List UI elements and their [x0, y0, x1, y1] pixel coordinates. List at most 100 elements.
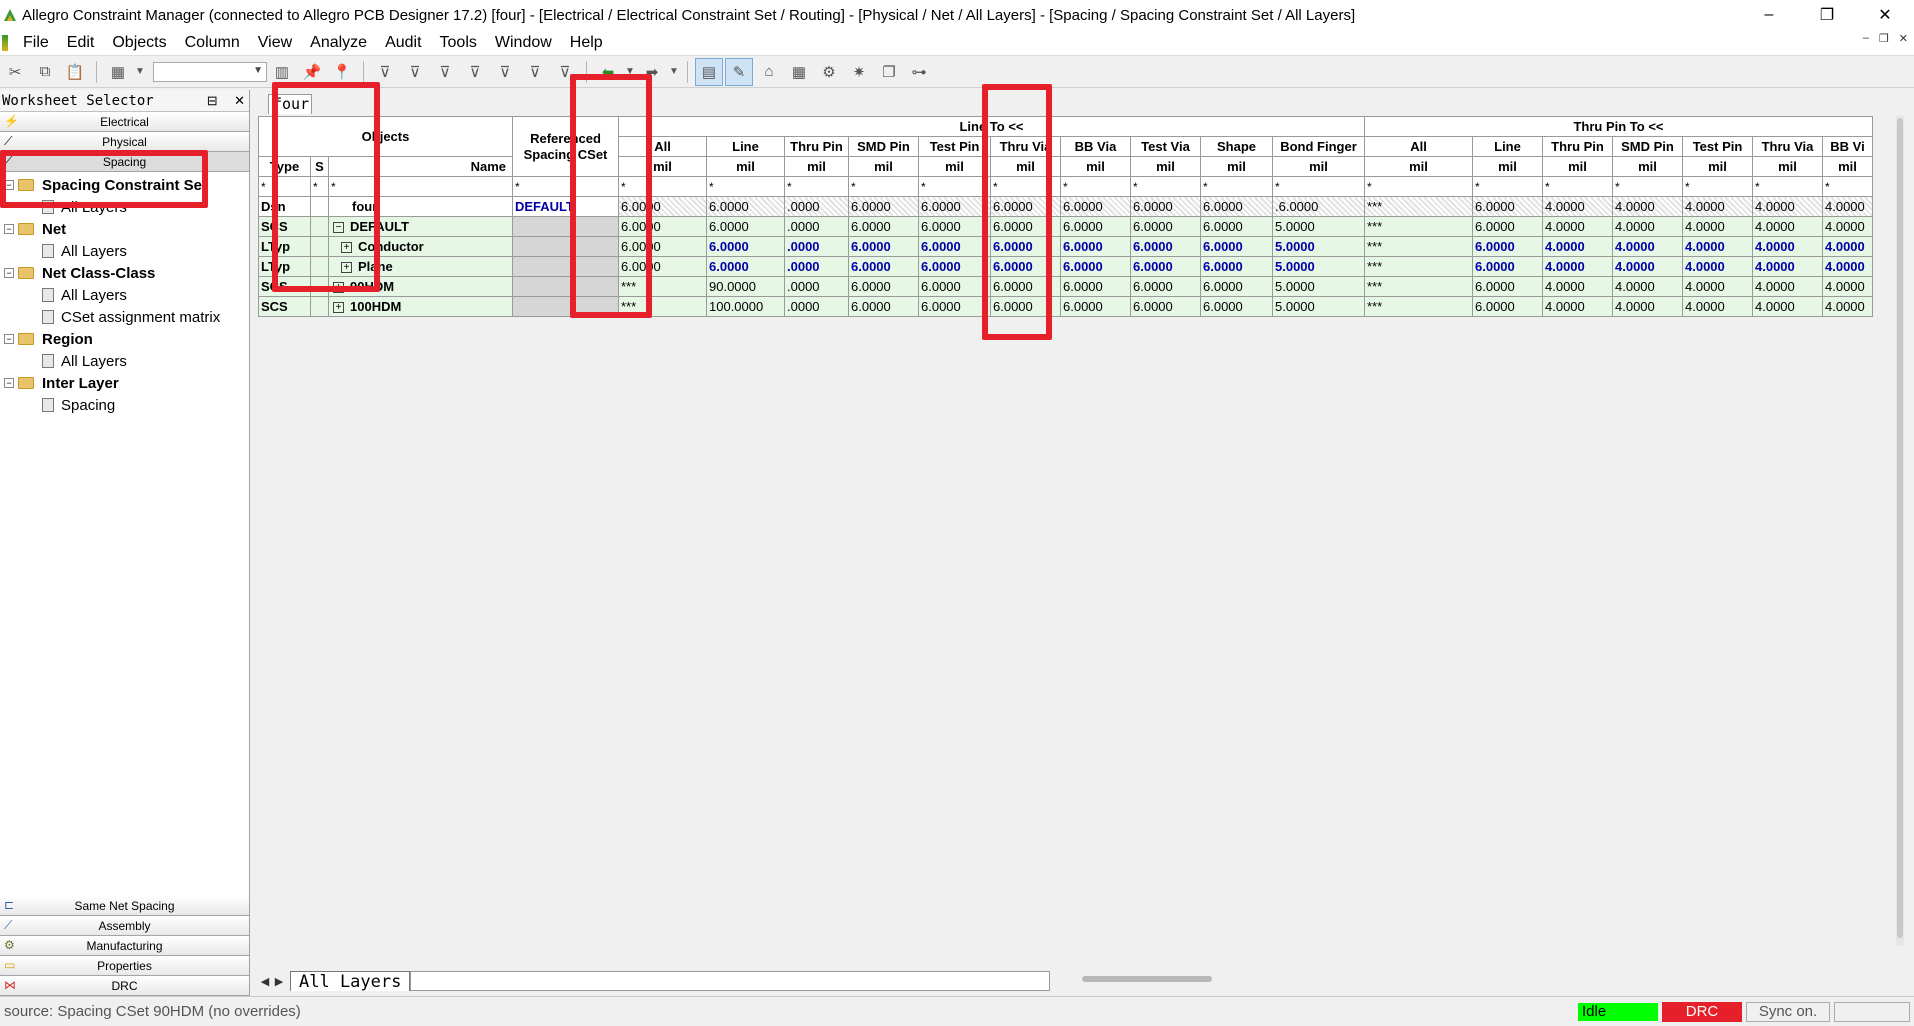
value-cell[interactable]: 6.0000	[918, 276, 991, 297]
value-cell[interactable]: 4.0000	[1542, 196, 1613, 217]
tab-drc[interactable]: ⋈ DRC	[0, 976, 249, 996]
value-cell[interactable]: 90.0000	[706, 276, 785, 297]
worksheet-view-icon[interactable]: ▤	[695, 57, 723, 86]
value-cell[interactable]: 6.0000	[848, 216, 919, 237]
value-cell[interactable]: 6.0000	[1472, 276, 1543, 297]
vertical-scrollbar[interactable]	[1896, 116, 1904, 946]
expand-icon[interactable]: +	[341, 242, 352, 254]
referenced-cset-cell[interactable]	[512, 296, 619, 317]
value-cell[interactable]: 6.0000	[990, 196, 1061, 217]
paste-icon[interactable]: 📋	[61, 58, 89, 86]
horizontal-scroll-thumb[interactable]	[1082, 976, 1212, 982]
value-cell[interactable]: 4.0000	[1822, 256, 1873, 277]
value-cell[interactable]: .0000	[784, 236, 849, 257]
value-cell[interactable]: 4.0000	[1752, 256, 1823, 277]
value-cell[interactable]: ***	[1364, 256, 1473, 277]
connect-icon[interactable]: ⊶	[905, 58, 933, 86]
value-cell[interactable]: 6.0000	[1472, 256, 1543, 277]
value-cell[interactable]: 6.0000	[1200, 216, 1273, 237]
value-cell[interactable]: 6.0000	[1200, 196, 1273, 217]
filter-cell[interactable]: *	[1060, 176, 1131, 197]
menu-audit[interactable]: Audit	[376, 34, 430, 52]
menu-analyze[interactable]: Analyze	[301, 34, 376, 52]
value-cell[interactable]: 6.0000	[618, 216, 707, 237]
bar-chart-icon[interactable]: ▥	[268, 58, 296, 86]
value-cell[interactable]: ***	[1364, 276, 1473, 297]
type-header[interactable]: Type	[258, 156, 311, 177]
name-cell[interactable]: + Conductor	[328, 236, 513, 257]
value-cell[interactable]: .0000	[784, 296, 849, 317]
value-cell[interactable]: 4.0000	[1822, 236, 1873, 257]
table-row[interactable]: SCS +90HDM *** 90.0000.0000 6.0000 6.0000 6.00…	[258, 276, 1873, 297]
filter-cell[interactable]: *	[918, 176, 991, 197]
pin-down-icon[interactable]: 📌	[298, 58, 326, 86]
forward-arrow-icon[interactable]: ➡	[638, 58, 666, 86]
value-cell[interactable]: 6.0000	[1060, 276, 1131, 297]
expand-icon[interactable]: +	[333, 282, 344, 294]
filter-new-icon[interactable]: ⊽	[491, 58, 519, 86]
value-cell[interactable]: 6.0000	[1060, 256, 1131, 277]
value-cell[interactable]: 4.0000	[1752, 236, 1823, 257]
value-cell[interactable]: 6.0000	[618, 196, 707, 217]
thru-pin-to-thru-pin-header[interactable]: Thru Pin	[1542, 136, 1613, 157]
value-cell[interactable]: .0000	[784, 256, 849, 277]
value-cell[interactable]: 6.0000	[1060, 296, 1131, 317]
sheet-tab-all-layers[interactable]: All Layers	[290, 971, 411, 992]
line-to-line-header[interactable]: Line	[706, 136, 785, 157]
line-to-test-via-header[interactable]: Test Via	[1130, 136, 1201, 157]
value-cell[interactable]: 4.0000	[1682, 276, 1753, 297]
thru-pin-to-line-header[interactable]: Line	[1472, 136, 1543, 157]
filter-star-icon[interactable]: ⊽	[461, 58, 489, 86]
minimize-button[interactable]: –	[1740, 0, 1798, 30]
tree-item-region[interactable]: − Region	[0, 328, 249, 350]
value-cell[interactable]: 4.0000	[1822, 196, 1873, 217]
filter-table-icon[interactable]: ⊽	[521, 58, 549, 86]
line-to-header[interactable]: Line To <<	[618, 116, 1365, 137]
name-cell[interactable]: four	[328, 196, 513, 217]
line-to-thru-pin-header[interactable]: Thru Pin	[784, 136, 849, 157]
name-cell[interactable]: − DEFAULT	[328, 216, 513, 237]
spark-icon[interactable]: ✷	[845, 58, 873, 86]
value-cell[interactable]: 4.0000	[1542, 216, 1613, 237]
name-cell[interactable]: +100HDM	[328, 296, 513, 317]
menu-objects[interactable]: Objects	[103, 34, 175, 52]
collapse-icon[interactable]: −	[4, 224, 14, 234]
collapse-icon[interactable]: −	[333, 222, 344, 234]
value-cell[interactable]: ***	[618, 276, 707, 297]
filter-cell[interactable]: *	[1472, 176, 1543, 197]
document-tab[interactable]: four	[268, 94, 312, 114]
value-cell[interactable]: 6.0000	[1130, 296, 1201, 317]
value-cell[interactable]: 4.0000	[1612, 236, 1683, 257]
line-to-smd-pin-header[interactable]: SMD Pin	[848, 136, 919, 157]
value-cell[interactable]: 6.0000	[918, 256, 991, 277]
value-cell[interactable]: 5.0000	[1272, 276, 1365, 297]
menu-view[interactable]: View	[249, 34, 301, 52]
value-cell[interactable]: 6.0000	[918, 236, 991, 257]
value-cell[interactable]: 4.0000	[1682, 196, 1753, 217]
value-cell[interactable]: 4.0000	[1752, 276, 1823, 297]
tab-scroll-right-icon[interactable]: ▶	[272, 975, 286, 988]
value-cell[interactable]: 6.0000	[1130, 256, 1201, 277]
value-cell[interactable]: 6.0000	[1472, 296, 1543, 317]
line-to-thru-via-header[interactable]: Thru Via	[990, 136, 1061, 157]
tab-properties[interactable]: ▭ Properties	[0, 956, 249, 976]
filter-cell[interactable]: *	[1682, 176, 1753, 197]
filter-clear-icon[interactable]: ⊽	[431, 58, 459, 86]
close-icon[interactable]: ✕	[234, 93, 245, 108]
value-cell[interactable]: 4.0000	[1612, 216, 1683, 237]
tree-item-inter-layer[interactable]: − Inter Layer	[0, 372, 249, 394]
highlight-icon[interactable]: ✎	[725, 57, 753, 86]
close-button[interactable]: ✕	[1856, 0, 1914, 30]
table-row[interactable]: LTyp + Plane 6.0000 6.0000.0000 6.0000 6.0000 6…	[258, 256, 1873, 277]
tab-manufacturing[interactable]: ⚙ Manufacturing	[0, 936, 249, 956]
filter-cell[interactable]: *	[618, 176, 707, 197]
filter-cell[interactable]: *	[1130, 176, 1201, 197]
value-cell[interactable]: 4.0000	[1542, 296, 1613, 317]
value-cell[interactable]: 6.0000	[990, 276, 1061, 297]
pin-up-icon[interactable]: 📍	[328, 58, 356, 86]
s-header[interactable]: S	[310, 156, 329, 177]
value-cell[interactable]: 6.0000	[1472, 216, 1543, 237]
collapse-icon[interactable]: −	[4, 378, 14, 388]
value-cell[interactable]: 4.0000	[1822, 296, 1873, 317]
value-cell[interactable]: 6.0000	[1060, 196, 1131, 217]
